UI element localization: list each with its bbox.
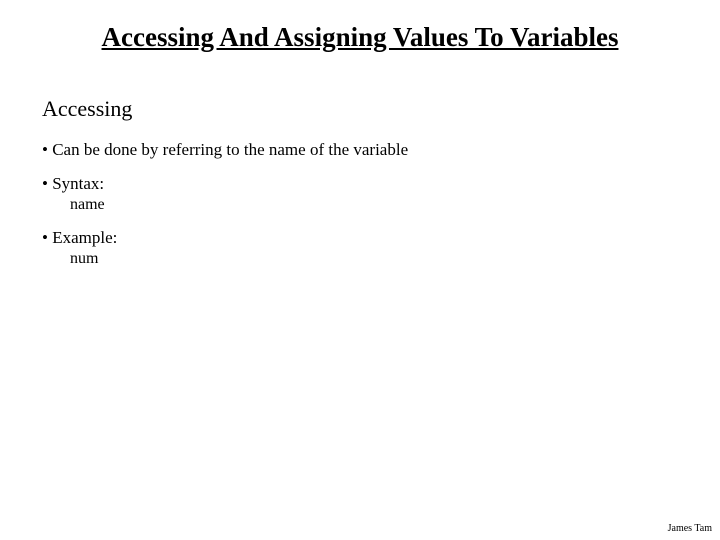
bullet-item: • Can be done by referring to the name o…: [42, 140, 662, 160]
bullet-subitem: name: [70, 196, 662, 214]
slide-title: Accessing And Assigning Values To Variab…: [0, 22, 720, 53]
bullet-item: • Syntax:: [42, 174, 662, 194]
slide-subtitle: Accessing: [42, 96, 132, 122]
bullet-item: • Example:: [42, 228, 662, 248]
footer-author: James Tam: [668, 523, 712, 534]
slide: Accessing And Assigning Values To Variab…: [0, 0, 720, 540]
bullet-subitem: num: [70, 250, 662, 268]
bullet-list: • Can be done by referring to the name o…: [42, 140, 662, 268]
